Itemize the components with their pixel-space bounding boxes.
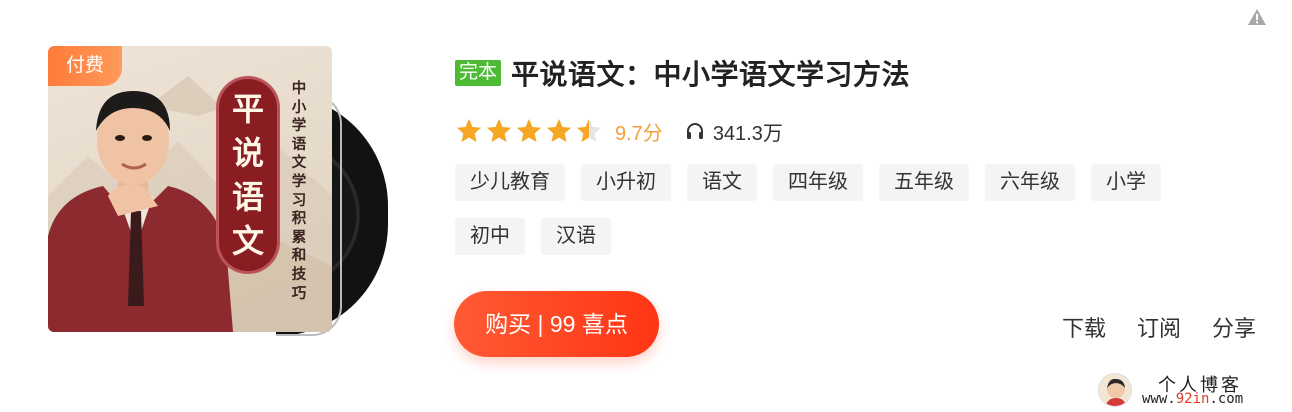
tag-item[interactable]: 四年级 <box>773 164 863 201</box>
star-full-icon <box>487 119 511 142</box>
tag-item[interactable]: 小学 <box>1091 164 1161 201</box>
rating-row: 9.7分 341.3万 <box>455 116 783 146</box>
seal-char: 文 <box>231 222 264 260</box>
tag-item[interactable]: 语文 <box>687 164 757 201</box>
warning-triangle-icon[interactable] <box>1247 8 1267 26</box>
tag-item[interactable]: 少儿教育 <box>455 164 565 201</box>
rating-score: 9.7分 <box>615 122 663 145</box>
paid-badge: 付费 <box>48 46 122 86</box>
album-cover[interactable]: 付费 平 说 语 文 中小 学语 文学 习积 累和 技巧 <box>48 46 388 336</box>
cover-title-seal: 平 说 语 文 <box>216 76 280 274</box>
tag-item[interactable]: 小升初 <box>581 164 671 201</box>
action-links: 下载 订阅 分享 <box>1062 311 1256 343</box>
play-count: 341.3万 <box>712 122 783 145</box>
complete-badge: 完本 <box>455 60 502 86</box>
rating-stars <box>455 117 603 145</box>
share-button[interactable]: 分享 <box>1212 311 1256 343</box>
watermark-logo <box>1098 373 1132 407</box>
cover-subtitle: 中小 学语 文学 习积 累和 技巧 <box>291 80 307 302</box>
star-full-icon <box>547 119 571 142</box>
cover-image: 付费 平 说 语 文 中小 学语 文学 习积 累和 技巧 <box>48 46 332 332</box>
tag-item[interactable]: 初中 <box>455 218 525 255</box>
tag-item[interactable]: 六年级 <box>985 164 1075 201</box>
seal-char: 说 <box>231 134 264 172</box>
buy-button[interactable]: 购买 | 99 喜点 <box>454 291 659 357</box>
subscribe-button[interactable]: 订阅 <box>1137 311 1181 343</box>
watermark-url: www.92in.com <box>1142 391 1244 407</box>
watermark: 个人博客 www.92in.com <box>1098 371 1278 409</box>
teacher-portrait <box>48 91 233 332</box>
seal-char: 平 <box>231 90 264 128</box>
title-row: 完本 平说语文：中小学语文学习方法 <box>455 55 910 91</box>
download-button[interactable]: 下载 <box>1062 311 1106 343</box>
tag-item[interactable]: 五年级 <box>879 164 969 201</box>
star-half-icon <box>577 119 601 142</box>
tag-list: 少儿教育 小升初 语文 四年级 五年级 六年级 小学 初中 汉语 <box>455 164 1225 255</box>
tag-item[interactable]: 汉语 <box>541 218 611 255</box>
album-title: 平说语文：中小学语文学习方法 <box>511 59 911 90</box>
headphone-icon <box>686 123 703 139</box>
seal-char: 语 <box>231 178 264 216</box>
star-full-icon <box>457 119 481 142</box>
star-full-icon <box>517 119 541 142</box>
